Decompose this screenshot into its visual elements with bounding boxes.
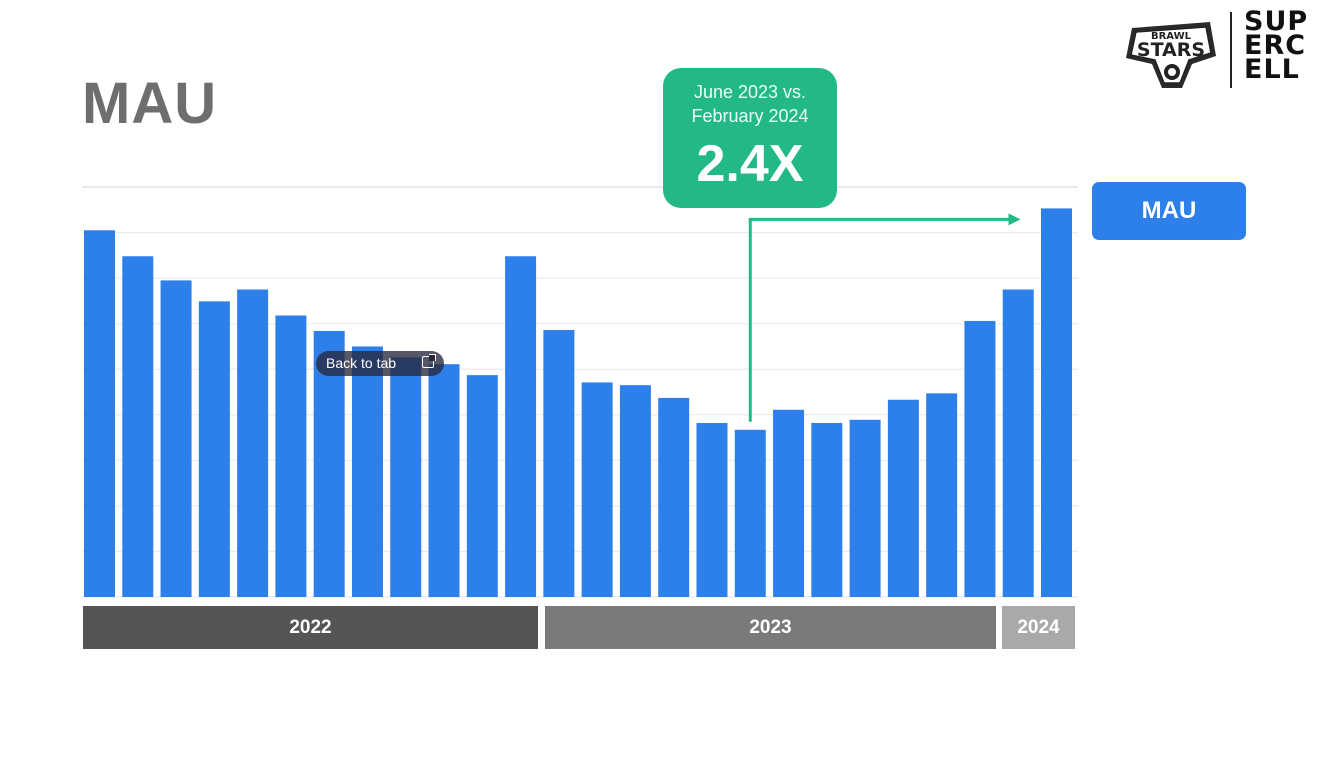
year-band-2023: 2023 [545,606,996,649]
bar [466,375,498,597]
callout-value: 2.4X [696,135,804,193]
bar [1002,289,1034,597]
back-to-tab-label: Back to tab [326,355,397,371]
bar [658,397,690,597]
growth-callout: June 2023 vs. February 2024 2.4X [663,68,837,208]
bar [543,330,575,597]
bar [773,409,805,597]
bar [505,256,537,597]
bar [428,364,460,597]
bar [122,256,154,597]
external-link-icon [422,354,436,368]
year-band-2024: 2024 [1002,606,1075,649]
chart-bars [84,208,1072,597]
back-to-tab-button[interactable]: Back to tab [316,351,444,376]
bar [734,429,766,597]
legend-mau: MAU [1092,182,1246,240]
bar [811,422,843,597]
bar [390,357,422,597]
bar [619,385,651,597]
bar [926,393,958,597]
bar [849,419,881,597]
bar [581,382,613,597]
bar [198,301,230,597]
year-band-2022: 2022 [83,606,538,649]
slide: MAU BRAWL STARS SUP ERC ELL June 2023 vs… [0,0,1344,757]
callout-line1: June 2023 vs. [693,82,807,102]
annotation-arrowhead [1008,213,1021,226]
bar [887,399,919,597]
bar [84,230,115,597]
bar [1041,208,1072,597]
bar [696,422,728,597]
callout-line2: February 2024 [691,106,809,126]
bar [964,320,996,597]
bar [351,346,383,597]
bar [160,280,192,597]
bar [237,289,269,597]
bar [275,315,307,597]
